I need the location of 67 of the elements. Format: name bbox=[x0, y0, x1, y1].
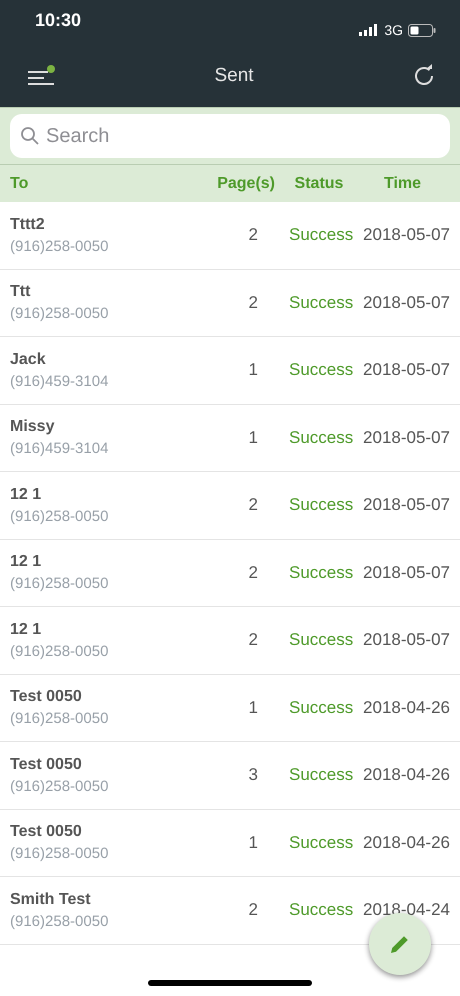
column-header: Page(s) bbox=[216, 174, 275, 192]
screen-title: Sent bbox=[214, 65, 254, 87]
status-time: 10:30 bbox=[35, 10, 82, 31]
status-text: Success bbox=[288, 360, 354, 380]
phone-number: (916)258-0050 bbox=[10, 710, 110, 728]
phone-number: (916)258-0050 bbox=[10, 238, 110, 255]
time-text: 2018-04-26 bbox=[362, 765, 450, 786]
page-count: 2 bbox=[248, 292, 259, 313]
phone-number: (916)258-0050 bbox=[10, 305, 110, 322]
status-text: Success bbox=[288, 765, 354, 786]
time-text: 2018-05-07 bbox=[362, 495, 450, 516]
page-count: 1 bbox=[248, 360, 259, 380]
refresh-icon[interactable] bbox=[412, 64, 436, 88]
status-text: Success bbox=[288, 292, 354, 313]
network-label: 3G bbox=[384, 22, 403, 38]
menu-icon[interactable] bbox=[28, 65, 56, 87]
page-count: 1 bbox=[248, 832, 259, 853]
page-count: 2 bbox=[248, 630, 259, 650]
status-text: Success bbox=[288, 562, 354, 583]
phone-number: (916)258-0050 bbox=[10, 508, 110, 525]
column-header: To bbox=[10, 174, 30, 192]
time-text: 2018-05-07 bbox=[362, 630, 450, 650]
column-header: Status bbox=[294, 174, 344, 192]
time-text: 2018-04-24 bbox=[362, 900, 450, 920]
signal-icon bbox=[359, 24, 380, 36]
page-count: 2 bbox=[248, 900, 259, 920]
status-text: Success bbox=[288, 428, 354, 448]
time-text: 2018-05-07 bbox=[362, 562, 450, 583]
time-text: 2018-05-07 bbox=[362, 360, 450, 380]
status-text: Success bbox=[288, 225, 354, 246]
recipient-name: 12 1 bbox=[10, 620, 42, 639]
status-text: Success bbox=[288, 900, 354, 920]
phone-number: (916)459-3104 bbox=[10, 372, 110, 390]
recipient-name: 12 1 bbox=[10, 553, 42, 572]
recipient-name: Test 0050 bbox=[10, 688, 83, 706]
page-count: 1 bbox=[248, 698, 259, 718]
recipient-name: Test 0050 bbox=[10, 756, 83, 774]
phone-number: (916)258-0050 bbox=[10, 912, 110, 930]
recipient-name: Jack bbox=[10, 350, 47, 369]
time-text: 2018-05-07 bbox=[362, 428, 450, 448]
phone-number: (916)258-0050 bbox=[10, 778, 110, 795]
search-field[interactable]: Search bbox=[10, 114, 450, 158]
page-count: 2 bbox=[248, 495, 259, 516]
time-text: 2018-04-26 bbox=[362, 832, 450, 853]
recipient-name: Smith Test bbox=[10, 890, 92, 909]
status-text: Success bbox=[288, 630, 354, 650]
status-text: Success bbox=[288, 698, 354, 718]
recipient-name: Ttt bbox=[10, 283, 32, 302]
recipient-name: Tttt2 bbox=[10, 216, 46, 234]
recipient-name: 12 1 bbox=[10, 486, 42, 504]
status-text: Success bbox=[288, 832, 354, 853]
recipient-name: Test 0050 bbox=[10, 823, 83, 842]
phone-number: (916)258-0050 bbox=[10, 575, 110, 592]
time-text: 2018-05-07 bbox=[362, 292, 450, 313]
recipient-name: Missy bbox=[10, 418, 56, 436]
time-text: 2018-04-26 bbox=[362, 698, 450, 718]
phone-number: (916)459-3104 bbox=[10, 440, 110, 458]
page-count: 3 bbox=[248, 765, 259, 786]
page-count: 2 bbox=[248, 225, 259, 246]
page-count: 2 bbox=[248, 562, 259, 583]
page-count: 1 bbox=[248, 428, 259, 448]
time-text: 2018-05-07 bbox=[362, 225, 450, 246]
battery-icon bbox=[408, 24, 436, 36]
phone-number: (916)258-0050 bbox=[10, 642, 110, 660]
phone-number: (916)258-0050 bbox=[10, 845, 110, 862]
column-header: Time bbox=[382, 174, 422, 192]
status-text: Success bbox=[288, 495, 354, 516]
